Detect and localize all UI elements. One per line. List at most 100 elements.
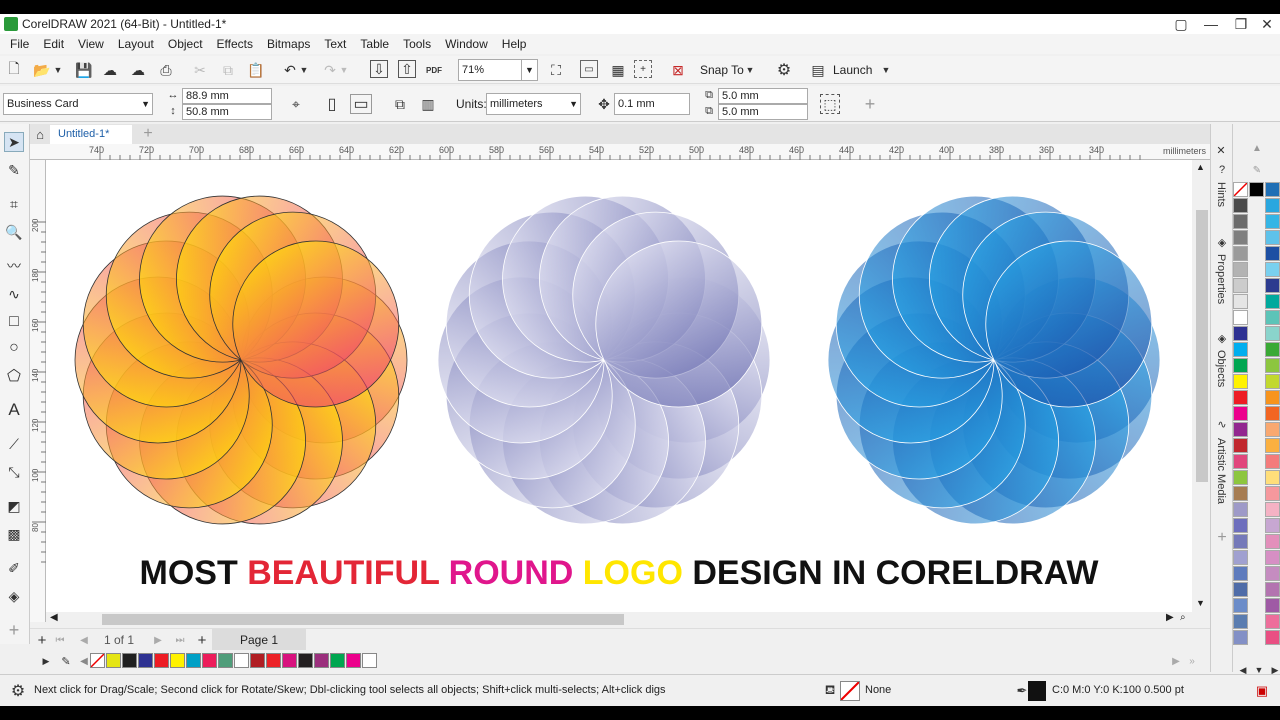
palette-color-swatch[interactable] bbox=[1265, 326, 1280, 341]
palette-color-swatch[interactable] bbox=[1233, 454, 1248, 469]
docker-tab-objects[interactable]: Objects bbox=[1215, 350, 1227, 387]
palette-color-swatch[interactable] bbox=[1265, 358, 1280, 373]
interactive-fill-tool-icon[interactable]: ◈ bbox=[4, 586, 24, 606]
palette-color-swatch[interactable] bbox=[1233, 310, 1248, 325]
horizontal-ruler[interactable]: 740 720 700 680 660 640 620 600 580 560 540 520 500 4… bbox=[30, 144, 1210, 160]
connector-tool-icon[interactable]: ⤡ bbox=[4, 462, 24, 482]
horizontal-scrollbar[interactable]: ◀ ▶ ⌕ bbox=[46, 612, 1192, 626]
cloud-export-icon[interactable]: ☁ bbox=[128, 60, 148, 80]
menu-view[interactable]: View bbox=[71, 37, 111, 51]
cloud-upload-icon[interactable]: ☁ bbox=[100, 60, 120, 80]
logo-blue-flower[interactable] bbox=[808, 178, 1179, 541]
add-page-before-icon[interactable]: + bbox=[32, 630, 52, 650]
palette-color-swatch[interactable] bbox=[1265, 390, 1280, 405]
palette-color-swatch[interactable] bbox=[1265, 470, 1280, 485]
gear-icon[interactable]: ⚙ bbox=[774, 60, 794, 80]
palette-color-swatch[interactable] bbox=[1233, 422, 1248, 437]
palette-color-swatch[interactable] bbox=[1265, 630, 1280, 645]
new-tab-icon[interactable]: + bbox=[138, 124, 158, 144]
docker-tab-hints[interactable]: Hints bbox=[1215, 182, 1227, 207]
landscape-icon[interactable]: ▭ bbox=[350, 94, 372, 114]
palette-color-swatch[interactable] bbox=[1265, 374, 1280, 389]
palette-color-swatch[interactable] bbox=[1265, 598, 1280, 613]
snap-off-icon[interactable]: ⊠ bbox=[668, 60, 688, 80]
doc-palette-swatch[interactable] bbox=[186, 653, 201, 668]
add-icon[interactable]: + bbox=[860, 94, 880, 114]
palette-color-swatch[interactable] bbox=[1233, 198, 1248, 213]
transparency-tool-icon[interactable]: ▩ bbox=[4, 524, 24, 544]
launch-icon[interactable]: ▤ bbox=[808, 60, 828, 80]
outline-color-swatch[interactable] bbox=[1028, 681, 1046, 701]
palette-color-swatch[interactable] bbox=[1233, 406, 1248, 421]
copy-icon[interactable]: ⧉ bbox=[218, 60, 238, 80]
doc-palette-swatch[interactable] bbox=[202, 653, 217, 668]
palette-color-swatch[interactable] bbox=[1265, 230, 1280, 245]
guidelines-icon[interactable]: + bbox=[634, 60, 652, 78]
status-gear-icon[interactable]: ⚙ bbox=[8, 681, 28, 701]
menu-text[interactable]: Text bbox=[317, 37, 353, 51]
drawing-canvas[interactable]: MOST BEAUTIFUL ROUND LOGO DESIGN IN CORE… bbox=[46, 160, 1192, 612]
treat-as-filled-icon[interactable]: ⬚ bbox=[820, 94, 840, 114]
palette-color-swatch[interactable] bbox=[1233, 438, 1248, 453]
undo-icon[interactable]: ↶ bbox=[280, 60, 300, 80]
menu-object[interactable]: Object bbox=[161, 37, 210, 51]
doc-palette-swatch[interactable] bbox=[234, 653, 249, 668]
rulers-icon[interactable]: ▭ bbox=[580, 60, 598, 78]
page-width-field[interactable]: 88.9 mm bbox=[182, 88, 272, 104]
doc-palette-swatch[interactable] bbox=[362, 653, 377, 668]
doc-palette-swatch[interactable] bbox=[106, 653, 121, 668]
polygon-tool-icon[interactable]: ⬠ bbox=[4, 366, 24, 386]
doc-palette-swatch[interactable] bbox=[282, 653, 297, 668]
palette-color-swatch[interactable] bbox=[1233, 630, 1248, 645]
palette-color-swatch[interactable] bbox=[1233, 614, 1248, 629]
text-tool-icon[interactable]: A bbox=[4, 400, 24, 420]
palette-eyedropper-icon[interactable]: ✎ bbox=[1247, 160, 1267, 180]
pick-tool-icon[interactable]: ➤ bbox=[4, 132, 24, 152]
doc-palette-swatch[interactable] bbox=[346, 653, 361, 668]
palette-color-swatch[interactable] bbox=[1265, 182, 1280, 197]
grid-icon[interactable]: ▦ bbox=[608, 60, 628, 80]
page-height-field[interactable]: 50.8 mm bbox=[182, 104, 272, 120]
page-preset-select[interactable]: Business Card ▼ bbox=[3, 93, 153, 115]
palette-color-swatch[interactable] bbox=[1233, 214, 1248, 229]
palette-color-swatch[interactable] bbox=[1265, 342, 1280, 357]
menu-edit[interactable]: Edit bbox=[36, 37, 71, 51]
palette-color-swatch[interactable] bbox=[1233, 326, 1248, 341]
page-1-tab[interactable]: Page 1 bbox=[212, 629, 306, 651]
palette-color-swatch[interactable] bbox=[1233, 470, 1248, 485]
palette-color-swatch[interactable] bbox=[1265, 518, 1280, 533]
duplicate-y-field[interactable]: 5.0 mm bbox=[718, 104, 808, 120]
properties-icon[interactable]: ◈ bbox=[1212, 232, 1232, 252]
headline-text[interactable]: MOST BEAUTIFUL ROUND LOGO DESIGN IN CORE… bbox=[46, 554, 1192, 593]
zoom-to-fit-icon[interactable]: ⌕ bbox=[1180, 612, 1186, 623]
crop-tool-icon[interactable]: ⌗ bbox=[4, 194, 24, 214]
vertical-scrollbar[interactable]: ▲ ▼ bbox=[1192, 160, 1210, 612]
doc-palette-swatch[interactable] bbox=[122, 653, 137, 668]
zoom-tool-icon[interactable]: 🔍 bbox=[4, 222, 24, 242]
doc-palette-swatch[interactable] bbox=[298, 653, 313, 668]
parallel-dimension-tool-icon[interactable]: ⟋ bbox=[4, 434, 24, 454]
no-color-swatch[interactable] bbox=[1233, 182, 1248, 197]
logo-artwork[interactable] bbox=[46, 160, 1192, 550]
tab-untitled-1[interactable]: Untitled-1* bbox=[50, 125, 132, 144]
palette-more-icon[interactable]: » bbox=[1182, 651, 1202, 671]
palette-color-swatch[interactable] bbox=[1265, 246, 1280, 261]
pdf-export-icon[interactable]: PDF bbox=[424, 60, 444, 80]
units-select[interactable]: millimeters ▼ bbox=[486, 93, 581, 115]
full-screen-icon[interactable]: ⛶ bbox=[546, 60, 566, 80]
snap-to-button[interactable]: Snap To bbox=[700, 63, 744, 77]
menu-effects[interactable]: Effects bbox=[210, 37, 260, 51]
palette-color-swatch[interactable] bbox=[1265, 614, 1280, 629]
menu-window[interactable]: Window bbox=[438, 37, 495, 51]
logo-orange-yellow-flower[interactable] bbox=[55, 178, 426, 541]
palette-expand-icon[interactable]: ▶ bbox=[36, 651, 56, 671]
redo-dropdown-icon[interactable]: ▼ bbox=[338, 60, 350, 80]
doc-palette-swatch[interactable] bbox=[218, 653, 233, 668]
doc-palette-swatch[interactable] bbox=[314, 653, 329, 668]
palette-color-swatch[interactable] bbox=[1265, 406, 1280, 421]
palette-scroll-up-icon[interactable]: ▲ bbox=[1247, 138, 1267, 158]
palette-color-swatch[interactable] bbox=[1233, 534, 1248, 549]
palette-color-swatch[interactable] bbox=[1233, 582, 1248, 597]
save-icon[interactable]: 💾 bbox=[74, 60, 94, 80]
palette-color-swatch[interactable] bbox=[1265, 278, 1280, 293]
